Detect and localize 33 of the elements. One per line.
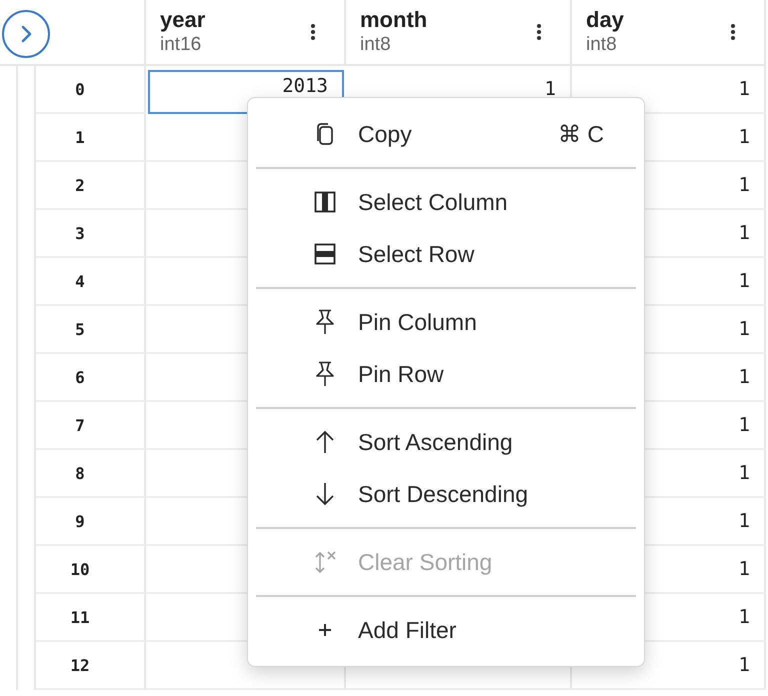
pin-icon <box>314 309 336 335</box>
column-header[interactable]: year int16 <box>146 0 346 66</box>
expand-button[interactable] <box>2 10 50 58</box>
column-header[interactable]: day int8 <box>572 0 766 66</box>
row-index: 4 <box>75 272 85 290</box>
row-index: 1 <box>75 128 85 146</box>
row-index: 2 <box>75 176 85 194</box>
column-name: month <box>360 7 428 33</box>
row-index: 11 <box>70 608 90 626</box>
column-type: int8 <box>586 33 618 57</box>
copy-icon <box>314 122 336 146</box>
column-name: year <box>160 7 206 33</box>
row-index: 6 <box>75 368 85 386</box>
pin-icon <box>314 361 336 387</box>
column-header[interactable]: month int8 <box>346 0 572 66</box>
column-type: int8 <box>360 33 392 57</box>
more-options-icon[interactable] <box>730 22 736 42</box>
row-index: 0 <box>75 80 85 98</box>
row-index: 7 <box>75 416 85 434</box>
column-icon <box>314 191 336 213</box>
row-index: 9 <box>75 512 85 530</box>
more-options-icon[interactable] <box>310 22 316 42</box>
column-type: int16 <box>160 33 202 57</box>
row-index: 3 <box>75 224 85 242</box>
row-index: 5 <box>75 320 85 338</box>
more-options-icon[interactable] <box>536 22 542 42</box>
row-index: 8 <box>75 464 85 482</box>
row-index: 12 <box>70 656 90 674</box>
row-index: 10 <box>70 560 90 578</box>
arrow-down-icon <box>314 482 336 506</box>
row-icon <box>314 243 336 265</box>
arrow-up-icon <box>314 430 336 454</box>
column-name: day <box>586 7 624 33</box>
